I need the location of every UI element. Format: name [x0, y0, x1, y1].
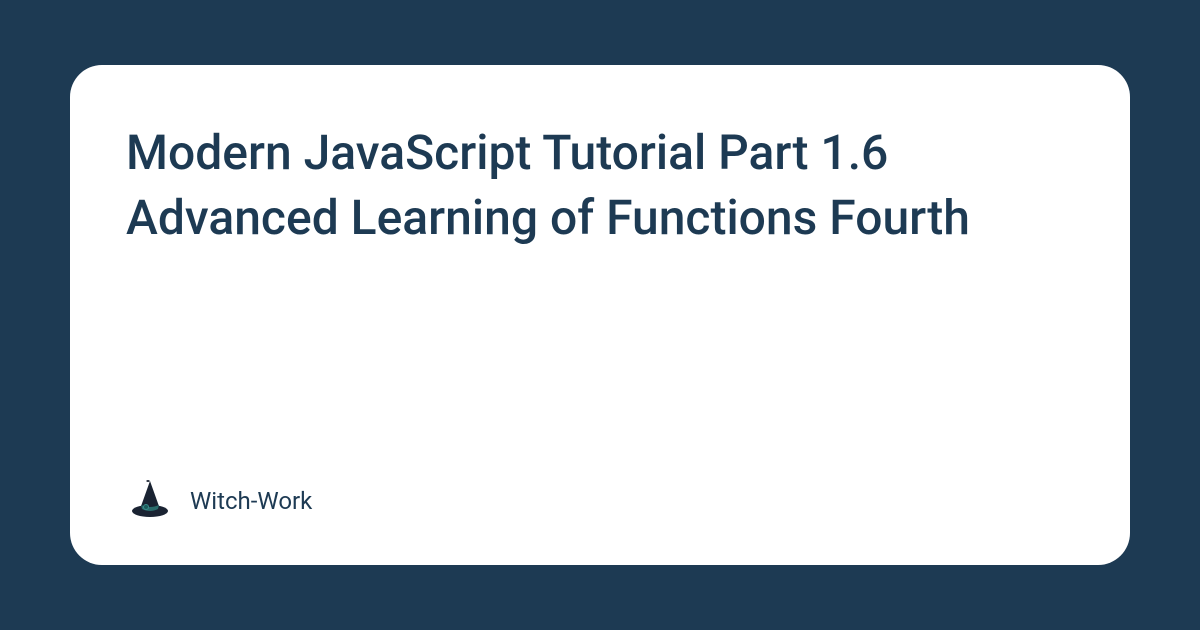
- brand-name: Witch-Work: [190, 487, 312, 515]
- page-title: Modern JavaScript Tutorial Part 1.6 Adva…: [126, 121, 1074, 251]
- witch-hat-icon: [126, 477, 174, 525]
- content-card: Modern JavaScript Tutorial Part 1.6 Adva…: [70, 65, 1130, 565]
- card-footer: Witch-Work: [126, 477, 1074, 525]
